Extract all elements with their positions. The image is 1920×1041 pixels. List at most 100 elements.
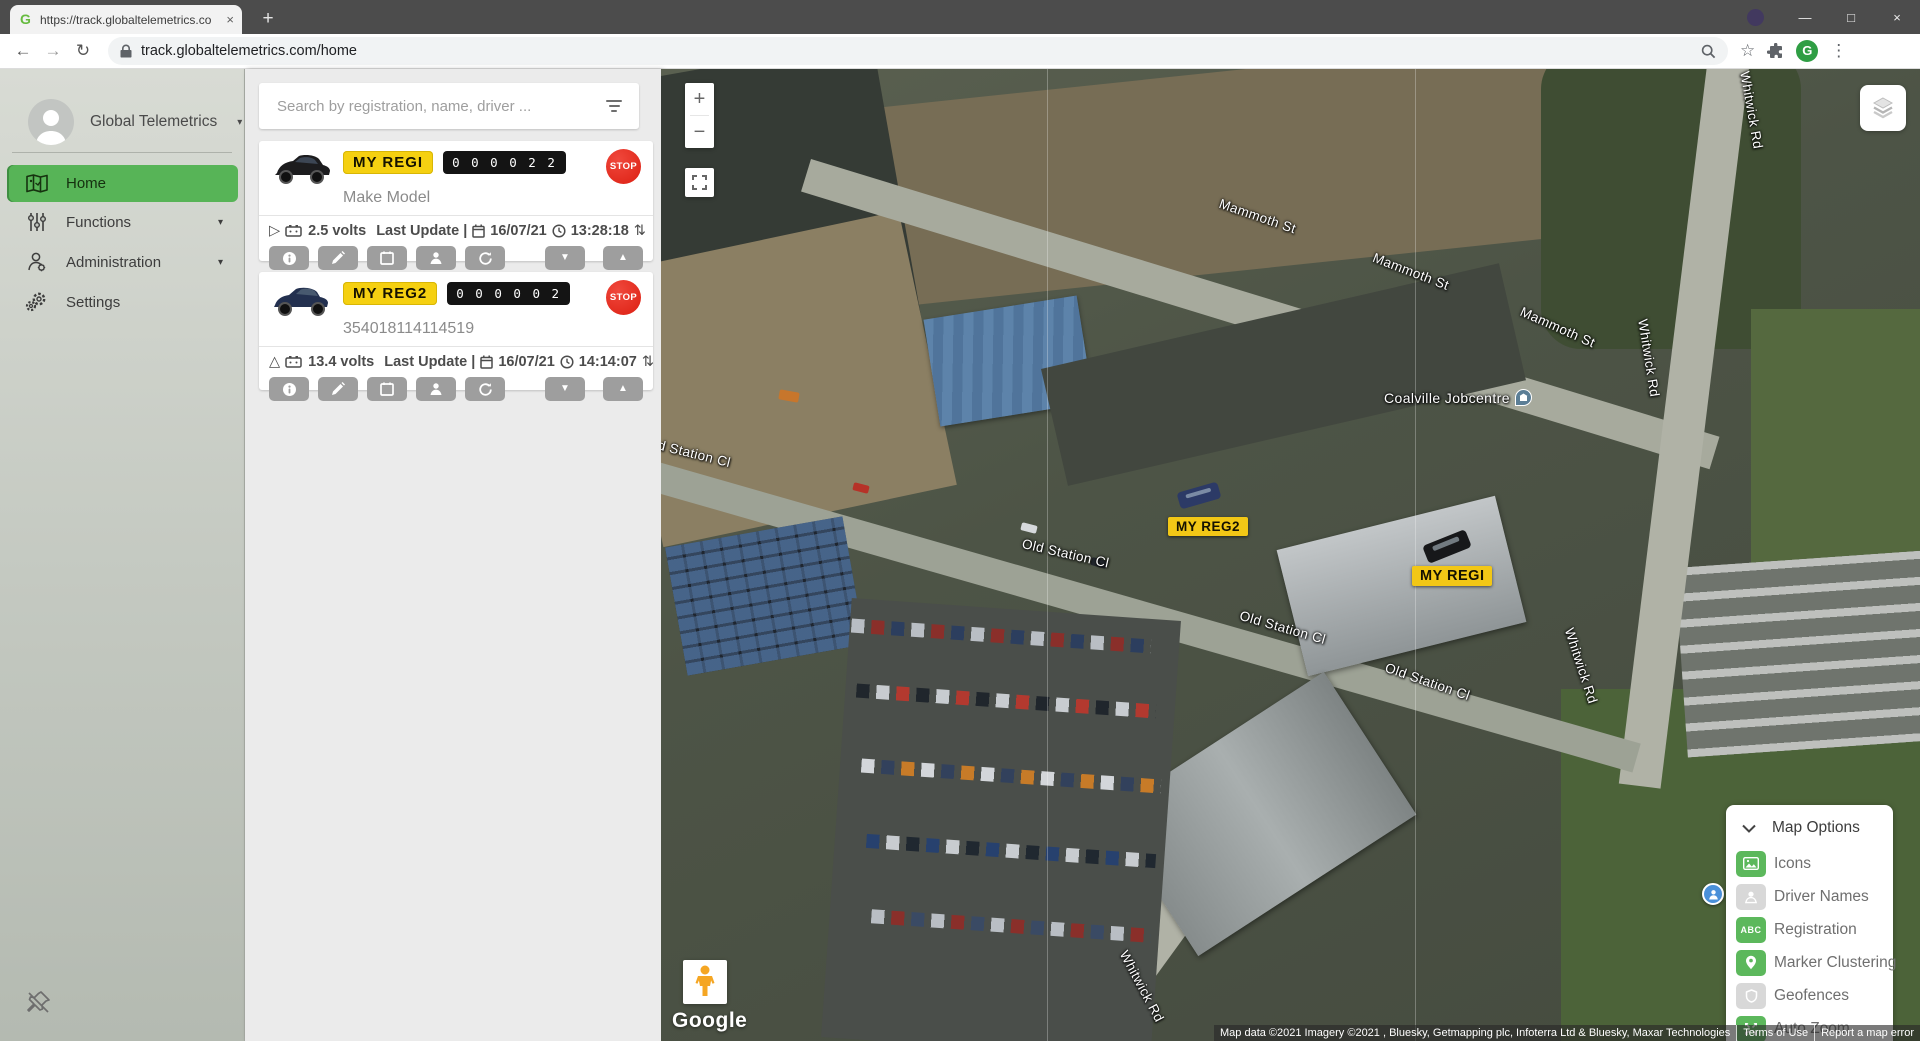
driver-button[interactable]: [416, 377, 456, 401]
clock-icon: [552, 224, 566, 238]
browser-toolbar: ← → ↻ track.globaltelemetrics.com/home ☆…: [0, 34, 1920, 69]
forward-icon[interactable]: →: [38, 41, 68, 61]
map-parking: [1675, 551, 1920, 758]
close-button[interactable]: ×: [1874, 0, 1920, 34]
calendar-icon: [472, 224, 485, 238]
bookmark-star-icon[interactable]: ☆: [1740, 41, 1755, 61]
map-terrain: [853, 69, 1650, 309]
odometer: 0 0 0 0 0 2: [447, 282, 570, 305]
driver-button[interactable]: [416, 246, 456, 270]
calendar-button[interactable]: [367, 377, 407, 401]
map-attribution: Map data ©2021 Imagery ©2021 , Bluesky, …: [1214, 1025, 1920, 1041]
tab-close-icon[interactable]: ×: [226, 12, 234, 27]
extensions-puzzle-icon[interactable]: [1767, 43, 1784, 60]
swap-vert-icon: ⇅: [634, 223, 646, 239]
maximize-button[interactable]: □: [1828, 0, 1874, 34]
poi-name: Coalville Jobcentre: [1384, 390, 1510, 406]
status-badge: STOP: [606, 280, 641, 315]
map-options-panel: Map Options Icons Driver Names ABC R: [1726, 805, 1893, 1041]
sidebar-item-home[interactable]: Home: [7, 165, 238, 202]
map-option-icons[interactable]: Icons: [1726, 847, 1893, 880]
last-update-label: Last Update |: [376, 223, 467, 239]
zoom-in-button[interactable]: +: [685, 83, 714, 115]
vehicle-card[interactable]: MY REGI 0 0 0 0 2 2 STOP Make Model ▷ 2.…: [259, 141, 653, 261]
poi-icon: [1515, 389, 1532, 406]
collapse-up-button[interactable]: ▲: [603, 377, 643, 401]
map-option-driver-names[interactable]: Driver Names: [1726, 880, 1893, 913]
warning-icon: △: [269, 354, 280, 370]
search-input[interactable]: [275, 97, 605, 116]
pegman-button[interactable]: [683, 960, 727, 1004]
window-profile-icon[interactable]: [1747, 9, 1764, 26]
edit-pencil-button[interactable]: [318, 377, 358, 401]
last-update-date: 16/07/21: [490, 223, 546, 239]
collapse-up-button[interactable]: ▲: [603, 246, 643, 270]
edit-pencil-button[interactable]: [318, 246, 358, 270]
abc-icon: ABC: [1736, 917, 1766, 943]
last-update-date: 16/07/21: [498, 354, 554, 370]
tab-title: https://track.globaltelemetrics.co: [40, 13, 219, 27]
filter-icon[interactable]: [605, 100, 623, 111]
sidebar-item-administration[interactable]: Administration ▾: [0, 242, 245, 282]
voltage-value: 2.5 volts: [308, 223, 366, 239]
back-icon[interactable]: ←: [8, 41, 38, 61]
zoom-control: + −: [685, 83, 714, 148]
report-map-error-link[interactable]: Report a map error: [1814, 1025, 1920, 1041]
info-button[interactable]: [269, 246, 309, 270]
address-bar[interactable]: track.globaltelemetrics.com/home: [108, 37, 1728, 65]
layers-button[interactable]: [1860, 85, 1906, 131]
url-text[interactable]: track.globaltelemetrics.com/home: [141, 43, 357, 59]
map-canvas[interactable]: MY REG2 MY REGI Mammoth St Mammoth St Ma…: [661, 69, 1920, 1041]
map-options-title: Map Options: [1772, 819, 1860, 837]
registration-plate: MY REG2: [343, 282, 437, 305]
info-button[interactable]: [269, 377, 309, 401]
reload-icon[interactable]: ↻: [68, 41, 98, 61]
map-marker-icon: [1736, 950, 1766, 976]
chevron-down-icon[interactable]: [1742, 824, 1756, 833]
sidebar-item-functions[interactable]: Functions ▾: [0, 202, 245, 242]
vehicle-card[interactable]: MY REG2 0 0 0 0 0 2 STOP 354018114114519…: [259, 272, 653, 390]
fullscreen-button[interactable]: [685, 168, 714, 197]
vehicle-list-panel: MY REGI 0 0 0 0 2 2 STOP Make Model ▷ 2.…: [245, 69, 661, 1041]
sidebar-item-settings[interactable]: Settings: [0, 282, 245, 322]
new-tab-button[interactable]: +: [256, 8, 280, 32]
collapse-down-button[interactable]: ▼: [545, 377, 585, 401]
minimize-button[interactable]: —: [1782, 0, 1828, 34]
map-option-label: Registration: [1774, 921, 1857, 939]
lock-icon: [120, 44, 132, 58]
last-update-time: 14:14:07: [579, 354, 637, 370]
vehicle-marker-car[interactable]: [1176, 482, 1221, 510]
account-menu[interactable]: Global Telemetrics ▾: [28, 99, 242, 145]
street-label: Old Station Cl: [1021, 536, 1111, 571]
browser-tab[interactable]: G https://track.globaltelemetrics.co ×: [10, 5, 242, 34]
admin-person-gear-icon: [24, 251, 50, 273]
map-option-registration[interactable]: ABC Registration: [1726, 913, 1893, 946]
unpin-sidebar-icon[interactable]: [24, 988, 54, 1023]
driver-marker-icon[interactable]: [1702, 883, 1724, 905]
refresh-button[interactable]: [465, 377, 505, 401]
map-option-label: Driver Names: [1774, 888, 1869, 906]
zoom-out-button[interactable]: −: [685, 116, 714, 148]
sidebar-item-label: Settings: [66, 294, 245, 311]
registration-plate: MY REGI: [343, 151, 433, 174]
zoom-page-icon[interactable]: [1701, 44, 1716, 59]
map-option-label: Marker Clustering: [1774, 954, 1896, 972]
sliders-icon: [24, 212, 50, 232]
vehicle-photo: [269, 151, 333, 187]
menu-kebab-icon[interactable]: ⋮: [1830, 41, 1847, 61]
profile-avatar[interactable]: G: [1796, 40, 1818, 62]
map-option-geofences[interactable]: Geofences: [1726, 979, 1893, 1012]
vehicle-marker-label[interactable]: MY REG2: [1168, 517, 1248, 536]
battery-icon: [285, 225, 303, 237]
collapse-down-button[interactable]: ▼: [545, 246, 585, 270]
terms-of-use-link[interactable]: Terms of Use: [1736, 1025, 1814, 1041]
status-badge: STOP: [606, 149, 641, 184]
vehicle-marker-label[interactable]: MY REGI: [1412, 566, 1492, 586]
search-bar: [259, 83, 639, 129]
account-caret-icon: ▾: [237, 117, 242, 128]
poi-label[interactable]: Coalville Jobcentre: [1384, 389, 1532, 406]
refresh-button[interactable]: [465, 246, 505, 270]
calendar-button[interactable]: [367, 246, 407, 270]
sidebar: Global Telemetrics ▾ Home Functions ▾: [0, 69, 245, 1041]
map-option-marker-clustering[interactable]: Marker Clustering: [1726, 946, 1893, 979]
